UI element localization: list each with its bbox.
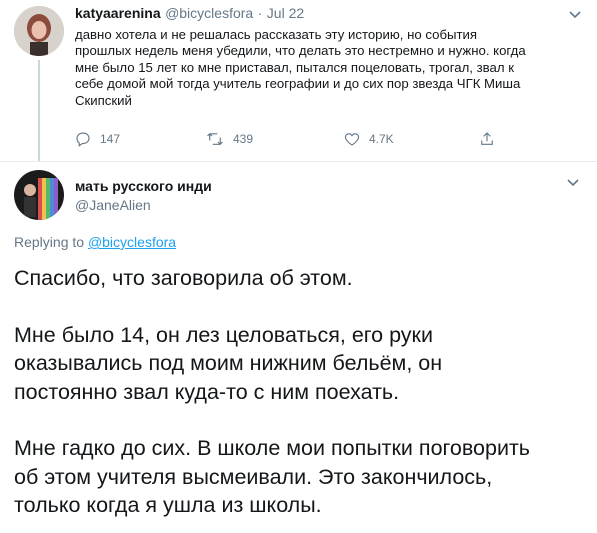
tweet-line: прошлых недель меня убедили, что делать … (75, 43, 526, 59)
replying-to-label: Replying to (14, 234, 85, 250)
avatar[interactable] (14, 170, 64, 220)
tweet-line: давно хотела и не решалась рассказать эт… (75, 27, 478, 42)
paragraph-2: Мне было 14, он лез целоваться, его руки… (14, 321, 594, 407)
tweet-date[interactable]: Jul 22 (267, 5, 304, 21)
tweet-header: katyaarenina @bicyclesfora · Jul 22 (75, 5, 575, 23)
reply-body: Спасибо, что заговорила об этом. Мне был… (14, 264, 594, 520)
like-button[interactable]: 4.7K (343, 130, 394, 148)
avatar-portrait (14, 6, 64, 56)
reply-line: постоянно звал куда-то с ним поехать. (14, 379, 400, 404)
reply-count: 147 (100, 132, 121, 146)
reply-line: только когда я ушла из школы. (14, 493, 322, 517)
reply-author-name[interactable]: мать русского инди (75, 178, 212, 194)
chevron-down-icon[interactable] (566, 175, 580, 193)
thread-line (38, 60, 40, 162)
separator: · (257, 5, 263, 21)
reply-line: Спасибо, что заговорила об этом. (14, 266, 353, 290)
paragraph-3: Мне гадко до сих. В школе мои попытки по… (14, 434, 594, 520)
reply-author-handle[interactable]: @JaneAlien (75, 197, 151, 213)
tweet-line: Скипский (75, 92, 132, 108)
retweet-count: 439 (233, 132, 254, 146)
share-button[interactable] (478, 130, 496, 148)
divider (0, 161, 597, 162)
chevron-down-icon[interactable] (568, 7, 582, 25)
reply-line: об этом учителя высмеивали. Это закончил… (14, 464, 493, 489)
replying-to-handle-link[interactable]: @bicyclesfora (88, 234, 176, 250)
tweet-line: себе домой мой тогда учитель географии и… (75, 76, 521, 92)
like-count: 4.7K (369, 132, 394, 146)
reply-line: оказывались под моим нижним бельём, он (14, 351, 443, 375)
reply-icon (76, 132, 90, 147)
author-name[interactable]: katyaarenina (75, 5, 161, 21)
retweet-button[interactable]: 439 (205, 130, 253, 148)
replying-to: Replying to @bicyclesfora (14, 234, 176, 250)
like-icon (344, 133, 360, 146)
reply-button[interactable]: 147 (74, 130, 120, 148)
reply-line: Мне было 14, он лез целоваться, его руки (14, 322, 433, 347)
retweet-icon (207, 132, 223, 146)
share-icon (481, 132, 493, 145)
tweet-text: давно хотела и не решалась рассказать эт… (75, 27, 585, 109)
tweet-line: мне было 15 лет ко мне приставал, пыталс… (75, 59, 514, 75)
paragraph-1: Спасибо, что заговорила об этом. (14, 264, 594, 293)
reply-line: Мне гадко до сих. В школе мои попытки по… (14, 436, 530, 460)
author-handle[interactable]: @bicyclesfora (165, 5, 253, 21)
avatar[interactable] (14, 6, 64, 56)
avatar-image (14, 170, 64, 220)
